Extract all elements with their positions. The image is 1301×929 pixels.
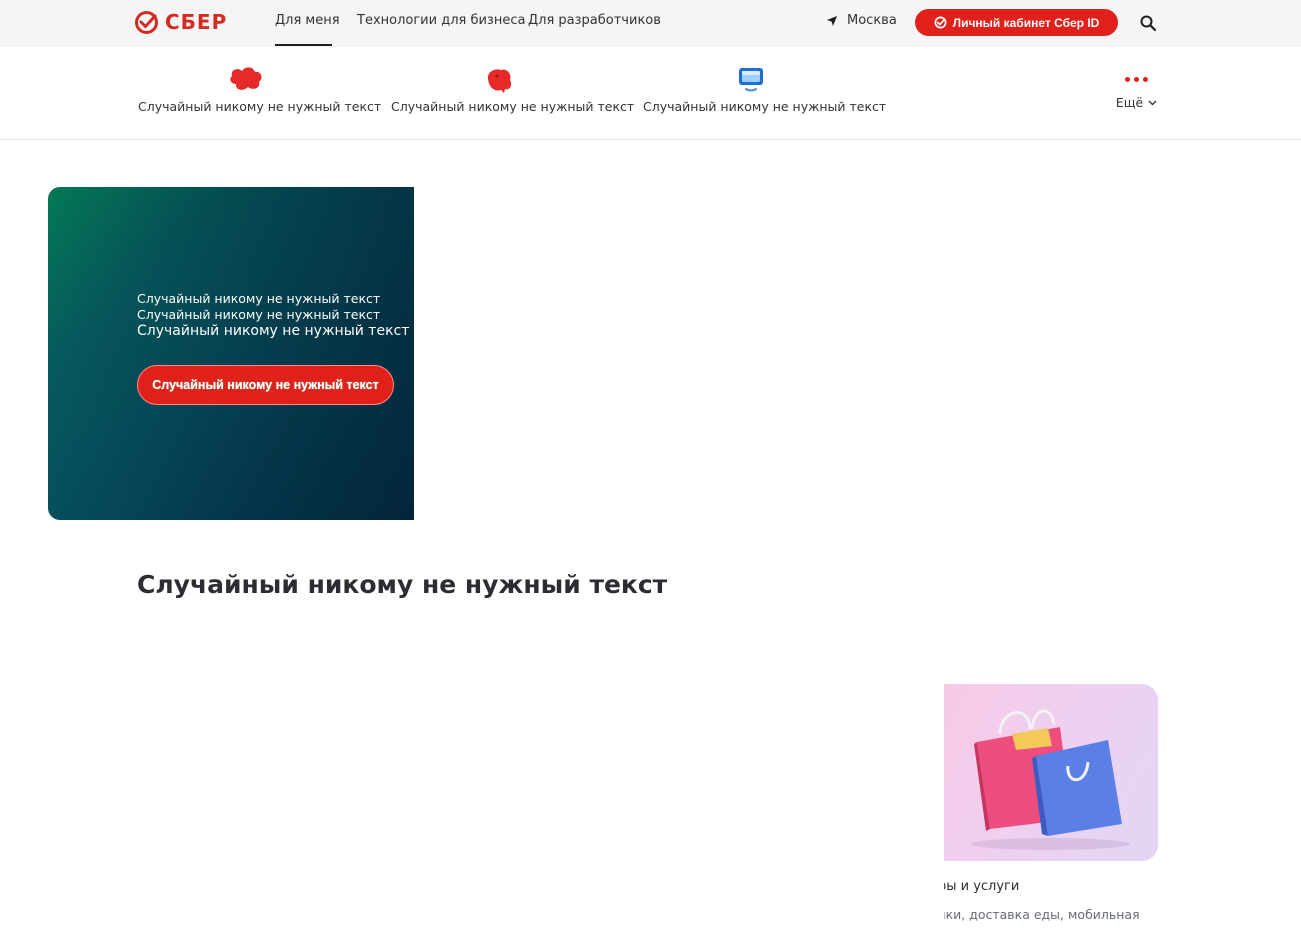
sber-logo[interactable]: СБЕР <box>134 10 227 34</box>
services-row: Случайный никому не нужный текст Случайн… <box>0 47 1301 140</box>
city-selector[interactable]: Москва <box>826 13 897 28</box>
more-services-button[interactable]: Ещё <box>1114 71 1159 110</box>
location-arrow-icon <box>827 15 837 26</box>
card-title: ары и услуги <box>944 879 1020 894</box>
chevron-down-icon <box>1148 100 1157 105</box>
nav-developers[interactable]: Для разработчиков <box>528 13 661 28</box>
service-item-1[interactable]: Случайный никому не нужный текст <box>138 63 382 114</box>
personal-cabinet-button[interactable]: Личный кабинет Сбер ID <box>915 9 1118 36</box>
service-label: Случайный никому не нужный текст <box>138 99 382 114</box>
banner-line-1: Случайный никому не нужный текст <box>137 291 381 306</box>
product-card[interactable]: ары и услуги упки, доставка еды, мобильн… <box>944 684 1158 929</box>
logo-text: СБЕР <box>165 10 228 34</box>
nav-active-indicator <box>275 44 332 46</box>
search-icon[interactable] <box>1139 14 1157 32</box>
shopping-bags-icon <box>970 709 1130 850</box>
shopping-bags-image <box>944 684 1158 861</box>
nav-for-me[interactable]: Для меня <box>275 13 340 28</box>
service-item-2[interactable]: Случайный никому не нужный текст <box>391 63 635 114</box>
nav-business-tech[interactable]: Технологии для бизнеса <box>357 13 525 28</box>
more-label: Ещё <box>1115 95 1144 110</box>
banner-cta-button[interactable]: Случайный никому не нужный текст <box>137 365 394 405</box>
personal-cabinet-label: Личный кабинет Сбер ID <box>952 15 1100 30</box>
red-piggy-icon <box>487 69 512 93</box>
sber-id-icon <box>934 16 947 29</box>
card-description: упки, доставка еды, мобильная <box>944 907 1140 922</box>
page: СБЕР Для меня Технологии для бизнеса Для… <box>0 0 1301 929</box>
section-title: Случайный никому не нужный текст <box>137 570 668 599</box>
top-navigation-bar: СБЕР Для меня Технологии для бизнеса Для… <box>0 0 1301 47</box>
service-label: Случайный никому не нужный текст <box>391 99 635 114</box>
city-name: Москва <box>847 13 897 28</box>
monitor-icon <box>739 68 763 92</box>
more-dots-icon <box>1114 71 1159 87</box>
banner-line-2: Случайный никому не нужный текст <box>137 307 381 322</box>
service-item-3[interactable]: Случайный никому не нужный текст <box>643 63 887 114</box>
sber-logo-icon <box>135 10 158 34</box>
service-label: Случайный никому не нужный текст <box>643 99 887 114</box>
promo-banner: Случайный никому не нужный текст Случайн… <box>48 187 414 520</box>
red-blob-icon <box>230 67 262 90</box>
banner-line-3: Случайный никому не нужный текст <box>137 323 410 339</box>
